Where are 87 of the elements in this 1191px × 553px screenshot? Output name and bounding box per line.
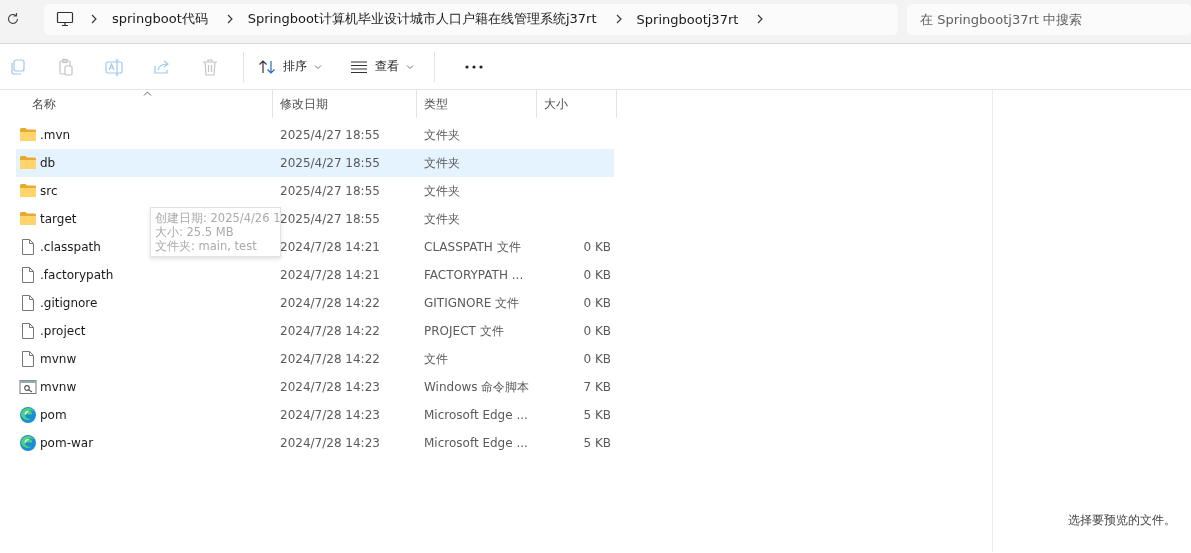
file-type: Microsoft Edge ... [424, 436, 528, 450]
folder-icon [19, 126, 37, 144]
file-type: PROJECT 文件 [424, 322, 504, 340]
file-name[interactable]: src [40, 184, 58, 198]
file-type: 文件夹 [424, 182, 460, 200]
file-type: GITIGNORE 文件 [424, 294, 520, 312]
edge-icon [19, 406, 37, 424]
file-name[interactable]: pom-war [40, 436, 94, 450]
file-size: 0 KB [583, 240, 611, 254]
breadcrumb[interactable]: springboot代码 [112, 10, 208, 28]
view-button[interactable]: 查看 [342, 51, 422, 82]
column-header[interactable]: 大小 [537, 90, 617, 118]
file-type: 文件夹 [424, 154, 460, 172]
sort-icon [258, 58, 276, 75]
sort-button[interactable]: 排序 [250, 51, 330, 82]
file-name[interactable]: mvnw [40, 352, 77, 366]
modified-date: 2024/7/28 14:23 [280, 408, 380, 422]
computer-icon[interactable] [56, 11, 74, 27]
modified-date: 2024/7/28 14:22 [280, 324, 380, 338]
file-name[interactable]: mvnw [40, 380, 77, 394]
caret-icon [406, 63, 414, 70]
chevron-icon[interactable] [756, 14, 765, 24]
file-name[interactable]: db [40, 156, 56, 170]
file-type: CLASSPATH 文件 [424, 238, 521, 256]
modified-date: 2024/7/28 14:23 [280, 380, 380, 394]
file-icon [19, 294, 37, 312]
chevron-icon[interactable] [90, 14, 98, 24]
file-icon [19, 238, 37, 256]
modified-date: 2025/4/27 18:55 [280, 212, 380, 226]
modified-date: 2024/7/28 14:21 [280, 268, 380, 282]
file-size: 0 KB [583, 268, 611, 282]
script-file-icon [19, 378, 37, 396]
caret-icon [314, 63, 322, 70]
file-icon [19, 350, 37, 368]
file-size: 5 KB [583, 436, 611, 450]
file-name[interactable]: .gitignore [40, 296, 98, 310]
rename-icon [105, 57, 123, 76]
breadcrumb[interactable]: Springbootj37rt [636, 11, 739, 27]
breadcrumb[interactable]: Springboot计算机毕业设计城市人口户籍在线管理系统j37rt [247, 10, 597, 28]
folder-icon [19, 210, 37, 228]
file-size: 0 KB [583, 352, 611, 366]
tooltip-text: 文件夹: main, test [155, 239, 258, 253]
file-size: 0 KB [583, 296, 611, 310]
file-icon [19, 322, 37, 340]
file-name[interactable]: .classpath [40, 240, 101, 254]
more-icon [465, 64, 483, 69]
file-size: 5 KB [583, 408, 611, 422]
file-name[interactable]: .mvn [40, 128, 71, 142]
file-type: FACTORYPATH ... [424, 268, 524, 282]
search-field[interactable]: 在 Springbootj37rt 中搜索 [907, 3, 1191, 35]
column-header[interactable]: 名称 [16, 90, 273, 118]
file-name[interactable]: .factorypath [40, 268, 114, 282]
modified-date: 2024/7/28 14:22 [280, 352, 380, 366]
chevron-icon[interactable] [614, 14, 623, 24]
column-header[interactable]: 类型 [417, 90, 537, 118]
column-header[interactable]: 修改日期 [273, 90, 417, 118]
trash-icon [201, 57, 219, 76]
file-type: Windows 命令脚本 [424, 378, 530, 396]
modified-date: 2024/7/28 14:23 [280, 436, 380, 450]
folder-icon [19, 154, 37, 172]
file-type: 文件夹 [424, 126, 460, 144]
selected-row[interactable]: db 2025/4/27 18:55 文件夹 [16, 149, 614, 177]
tooltip-text: 大小: 25.5 MB [155, 225, 235, 239]
modified-date: 2024/7/28 14:22 [280, 296, 380, 310]
file-type: 文件 [424, 350, 448, 368]
file-size: 7 KB [583, 380, 611, 394]
file-name[interactable]: target [40, 212, 77, 226]
modified-date: 2024/7/28 14:21 [280, 240, 380, 254]
modified-date: 2025/4/27 18:55 [280, 156, 380, 170]
edge-icon [19, 434, 37, 452]
copy-icon [9, 57, 27, 76]
refresh-icon[interactable] [6, 12, 20, 26]
preview-message: 选择要预览的文件。 [1068, 512, 1176, 529]
address-bar[interactable]: springboot代码 Springboot计算机毕业设计城市人口户籍在线管理系统j37rt Springbootj37rt [44, 3, 898, 35]
file-type: 文件夹 [424, 210, 460, 228]
file-name[interactable]: pom [40, 408, 67, 422]
sort-caret-icon [143, 91, 152, 96]
modified-date: 2025/4/27 18:55 [280, 128, 380, 142]
file-type: Microsoft Edge ... [424, 408, 528, 422]
file-size: 0 KB [583, 324, 611, 338]
folder-icon [19, 182, 37, 200]
chevron-icon[interactable] [225, 14, 234, 24]
file-icon [19, 266, 37, 284]
list-icon [350, 59, 368, 74]
clipboard-icon [57, 57, 75, 76]
file-name[interactable]: .project [40, 324, 86, 338]
modified-date: 2025/4/27 18:55 [280, 184, 380, 198]
